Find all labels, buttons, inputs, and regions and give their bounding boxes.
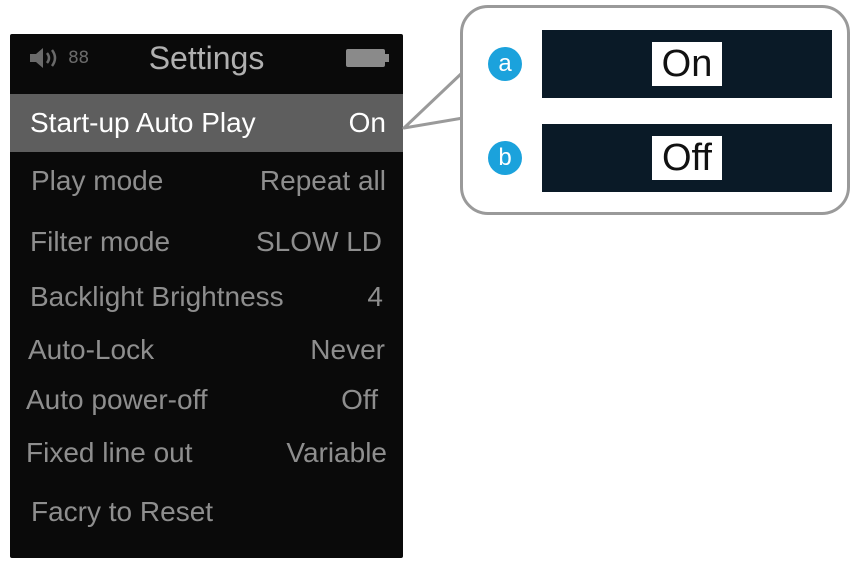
menu-item-label: Filter mode [30, 226, 171, 257]
menu-item-backlight-brightness[interactable]: Backlight Brightness 4 [10, 268, 403, 326]
menu-item-value: On [348, 107, 386, 138]
option-b-box[interactable]: Off [542, 124, 832, 192]
options-callout: a On b Off [460, 5, 850, 215]
menu-item-label: Auto-Lock [28, 334, 155, 365]
option-a[interactable]: a On [488, 30, 833, 98]
menu-item-fixed-line-out[interactable]: Fixed line out Variable [10, 424, 403, 482]
option-b-text: Off [652, 136, 722, 180]
menu-item-value: Variable [286, 437, 387, 468]
menu-item-auto-power-off[interactable]: Auto power-off Off [10, 371, 403, 429]
menu-item-label: Facry to Reset [31, 496, 214, 527]
option-b[interactable]: b Off [488, 124, 833, 192]
status-bar: 88 Settings [10, 34, 403, 92]
screen-title: Settings [148, 40, 265, 76]
menu-item-label: Play mode [31, 165, 164, 196]
menu-item-factory-reset[interactable]: Facry to Reset [10, 483, 403, 541]
menu-item-label: Backlight Brightness [30, 281, 284, 312]
menu-item-label: Start-up Auto Play [30, 107, 256, 138]
callout-pointer [402, 70, 465, 130]
option-b-badge: b [488, 141, 522, 175]
battery-icon [346, 49, 389, 67]
menu-item-label: Fixed line out [26, 437, 193, 468]
menu-item-label: Auto power-off [26, 384, 208, 415]
device-screen: 88 Settings Start-up Auto Play On Play m… [10, 34, 403, 558]
menu-item-filter-mode[interactable]: Filter mode SLOW LD [10, 213, 403, 271]
menu-item-startup-auto-play[interactable]: Start-up Auto Play On [10, 94, 403, 152]
menu-item-value: Repeat all [259, 165, 386, 196]
menu-item-play-mode[interactable]: Play mode Repeat all [10, 152, 403, 210]
menu-item-value: Never [310, 334, 385, 365]
menu-item-value: 4 [367, 281, 383, 312]
option-a-text: On [651, 42, 723, 86]
option-a-box[interactable]: On [542, 30, 832, 98]
menu-item-value: SLOW LD [255, 226, 382, 257]
option-a-badge: a [488, 47, 522, 81]
menu-item-value: Off [341, 384, 378, 415]
